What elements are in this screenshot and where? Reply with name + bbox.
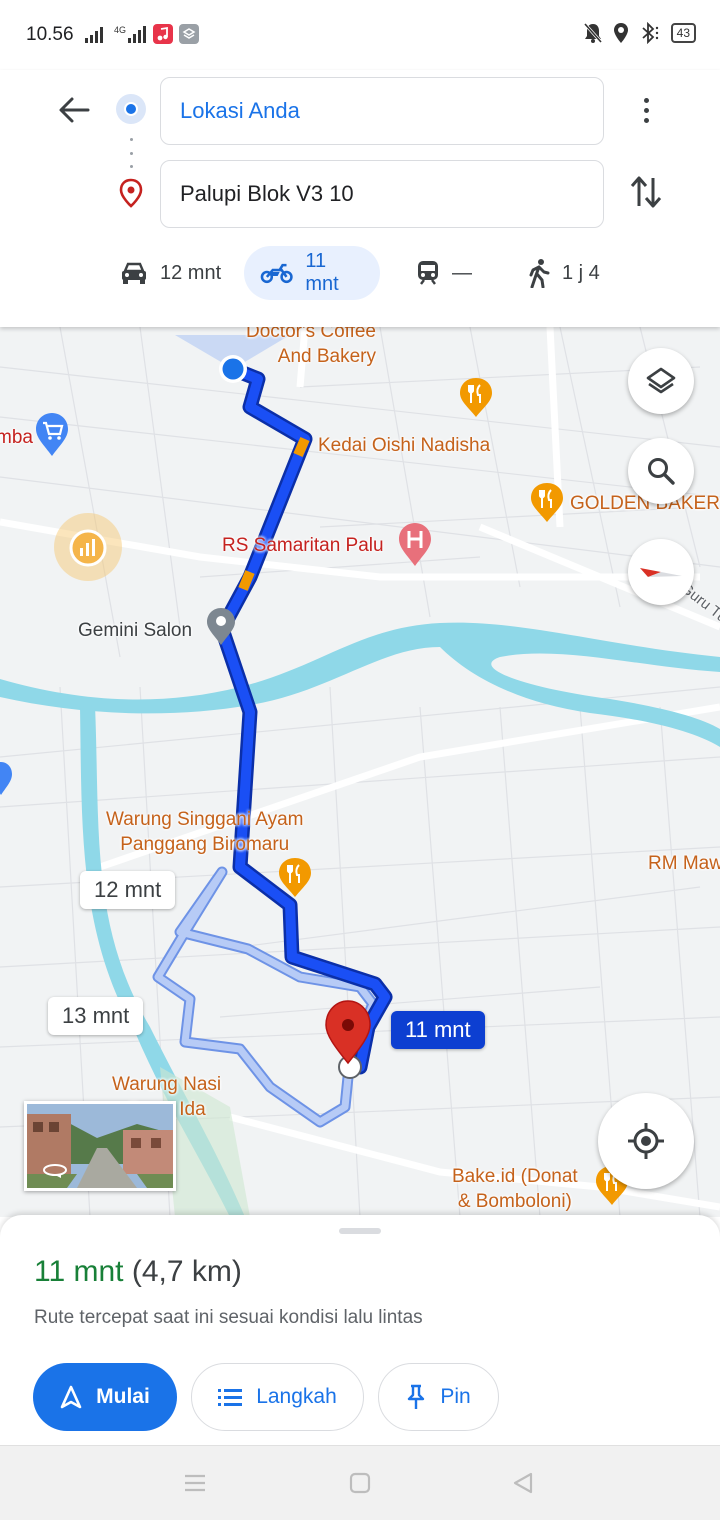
menu-button[interactable]: [180, 1468, 210, 1498]
mode-motorcycle[interactable]: 11 mnt: [244, 246, 380, 300]
busy-place-marker-icon[interactable]: [68, 528, 108, 568]
destination-pin-icon: [119, 178, 143, 208]
swap-button[interactable]: [624, 170, 668, 214]
status-left-icons: 4G: [84, 24, 200, 44]
app-notification-icon: [179, 24, 200, 44]
back-arrow-icon: [59, 97, 90, 123]
partial-marker-icon: [0, 762, 12, 795]
route-summary-sheet[interactable]: 11 mnt (4,7 km) Rute tercepat saat ini s…: [0, 1215, 720, 1445]
pin-button[interactable]: Pin: [378, 1363, 499, 1431]
home-button[interactable]: [345, 1468, 375, 1498]
label-mba[interactable]: mba: [0, 427, 33, 449]
label-kedai-oishi[interactable]: Kedai Oishi Nadisha: [318, 435, 490, 457]
rotate-360-icon: [43, 1164, 67, 1178]
salon-marker-icon[interactable]: [205, 607, 237, 647]
location-icon: [613, 23, 628, 43]
status-bar: 10.56 4G 43: [0, 0, 720, 70]
restaurant-marker-icon[interactable]: [458, 377, 494, 419]
signal-4g-icon: 4G: [114, 26, 147, 44]
network-label: 4G: [114, 25, 127, 35]
back-button[interactable]: [52, 88, 96, 132]
music-app-icon: [153, 24, 174, 44]
route-time-alt-12[interactable]: 12 mnt: [80, 871, 176, 909]
bluetooth-icon: [642, 22, 658, 44]
travel-modes: 12 mnt 11 mnt — 1 j 4: [0, 246, 720, 302]
label-gemini-salon[interactable]: Gemini Salon: [78, 620, 192, 642]
system-nav-bar: [0, 1445, 720, 1520]
car-icon: [122, 262, 146, 284]
mode-transit[interactable]: —: [400, 246, 488, 300]
my-location-icon: [628, 1123, 664, 1159]
more-vert-icon[interactable]: [626, 90, 666, 130]
mode-transit-label: —: [452, 261, 472, 284]
compass-button[interactable]: [628, 539, 694, 605]
origin-input[interactable]: Lokasi Anda: [160, 77, 604, 145]
route-time-selected[interactable]: 11 mnt: [391, 1011, 485, 1049]
map-view[interactable]: Doctor's Coffee And Bakery Kedai Oishi N…: [0, 327, 720, 1217]
label-rs-samaritan[interactable]: RS Samaritan Palu: [222, 535, 384, 557]
route-summary: 11 mnt (4,7 km): [34, 1255, 242, 1289]
back-icon: [513, 1472, 533, 1494]
street-view-thumbnail[interactable]: [24, 1101, 176, 1191]
pin-icon: [408, 1384, 425, 1409]
status-right-icons: 43: [583, 22, 696, 44]
route-subtitle: Rute tercepat saat ini sesuai kondisi la…: [34, 1307, 423, 1328]
my-location-button[interactable]: [598, 1093, 694, 1189]
start-button[interactable]: Mulai: [33, 1363, 177, 1431]
layers-icon: [646, 367, 676, 394]
restaurant-marker-icon[interactable]: [277, 857, 313, 899]
route-connector: [130, 138, 133, 168]
mode-motorcycle-label: 11 mnt: [305, 250, 339, 295]
directions-header: Lokasi Anda Palupi Blok V3 10 12 mnt 11 …: [0, 70, 720, 327]
label-warung-singgani[interactable]: Warung Singgani Ayam Panggang Biromaru: [106, 807, 304, 857]
map-base: [0, 327, 720, 1217]
home-icon: [349, 1472, 371, 1494]
menu-icon: [185, 1474, 205, 1492]
search-icon: [648, 458, 675, 485]
mode-walk[interactable]: 1 j 4: [512, 246, 616, 300]
swap-icon: [630, 176, 662, 208]
route-distance: (4,7 km): [131, 1255, 242, 1288]
search-button[interactable]: [628, 438, 694, 504]
drag-handle[interactable]: [339, 1228, 381, 1234]
route-duration: 11 mnt: [34, 1255, 124, 1288]
walk-icon: [529, 259, 550, 288]
list-icon: [218, 1389, 243, 1406]
battery-icon: 43: [670, 23, 696, 43]
steps-button-label: Langkah: [256, 1385, 337, 1408]
route-time-alt-13[interactable]: 13 mnt: [48, 997, 144, 1035]
status-time: 10.56: [26, 24, 74, 45]
motorcycle-icon: [260, 263, 293, 284]
back-nav-button[interactable]: [508, 1468, 538, 1498]
transit-icon: [418, 261, 438, 285]
label-rm-maw[interactable]: RM Maw: [648, 853, 720, 875]
label-doctors-coffee[interactable]: Doctor's Coffee And Bakery: [246, 327, 376, 369]
mute-icon: [583, 23, 602, 43]
restaurant-marker-icon[interactable]: [529, 482, 565, 524]
start-button-label: Mulai: [96, 1385, 150, 1408]
pin-button-label: Pin: [440, 1385, 471, 1408]
navigation-icon: [60, 1385, 82, 1409]
label-bake-id[interactable]: Bake.id (Donat & Bomboloni): [452, 1164, 578, 1214]
destination-input[interactable]: Palupi Blok V3 10: [160, 160, 604, 228]
hospital-marker-icon[interactable]: [397, 522, 433, 568]
mode-car[interactable]: 12 mnt: [104, 246, 237, 300]
layers-button[interactable]: [628, 348, 694, 414]
steps-button[interactable]: Langkah: [191, 1363, 364, 1431]
shopping-marker-icon[interactable]: [34, 412, 70, 458]
compass-icon: [640, 568, 682, 577]
signal-icon: [85, 27, 103, 43]
mode-car-label: 12 mnt: [160, 261, 222, 284]
origin-dot-icon: [116, 94, 146, 124]
mode-walk-label: 1 j 4: [562, 261, 600, 284]
